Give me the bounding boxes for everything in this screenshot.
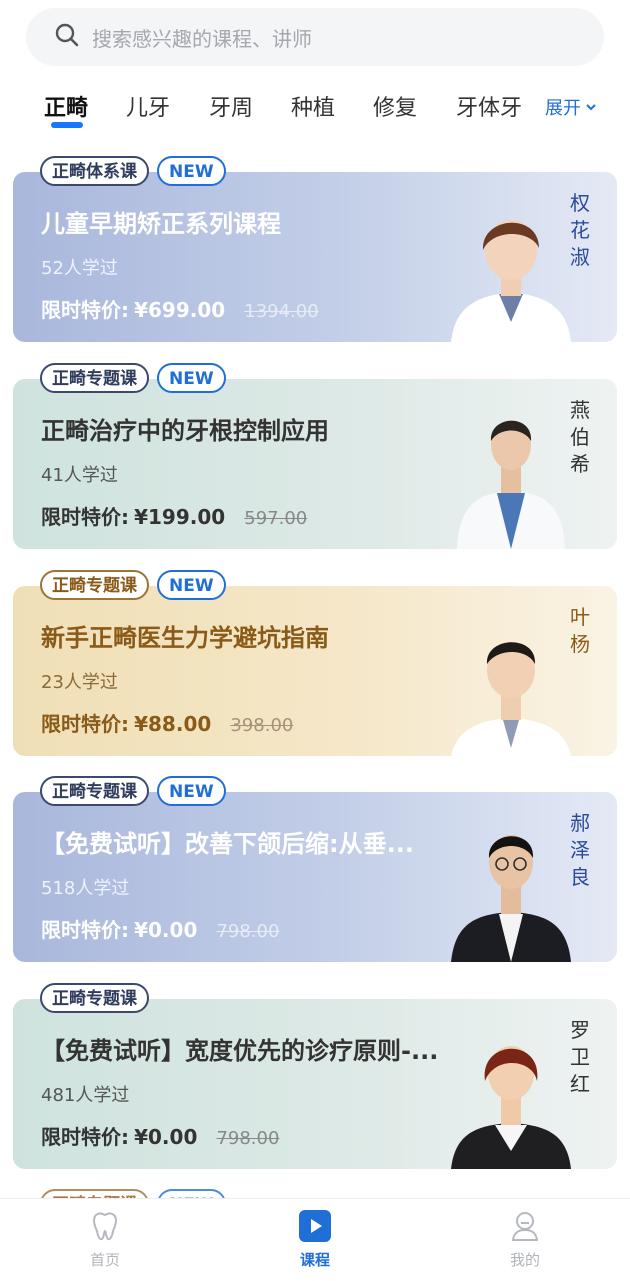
course-title: 新手正畸医生力学避坑指南 xyxy=(41,624,329,652)
nav-profile[interactable]: 我的 xyxy=(465,1209,585,1270)
teacher-avatar xyxy=(451,642,571,756)
search-placeholder[interactable]: 搜索感兴趣的课程、讲师 xyxy=(92,23,312,52)
course-card[interactable]: 新手正畸医生力学避坑指南 23人学过 限时特价: ¥88.00 398.00 叶… xyxy=(13,586,617,756)
tab-endodontics[interactable]: 牙体牙 xyxy=(456,90,522,122)
tooth-icon xyxy=(45,1209,165,1243)
teacher-avatar xyxy=(457,420,565,549)
teacher-avatar xyxy=(451,835,571,962)
sale-price: ¥0.00 xyxy=(134,1125,198,1149)
sale-price: ¥88.00 xyxy=(134,712,212,736)
sale-price: ¥199.00 xyxy=(134,505,226,529)
price-row: 限时特价: ¥699.00 1394.00 xyxy=(41,294,319,323)
teacher-name: 燕伯希 xyxy=(570,398,590,476)
category-tag: 正畸专题课 xyxy=(40,983,149,1013)
price-row: 限时特价: ¥0.00 798.00 xyxy=(41,914,279,943)
price-label: 限时特价: xyxy=(41,918,129,942)
price-label: 限时特价: xyxy=(41,298,129,322)
course-card[interactable]: 正畸治疗中的牙根控制应用 41人学过 限时特价: ¥199.00 597.00 … xyxy=(13,379,617,549)
course-card[interactable]: 【免费试听】改善下颌后缩:从垂... 518人学过 限时特价: ¥0.00 79… xyxy=(13,792,617,962)
search-icon xyxy=(54,22,80,52)
course-title: 【免费试听】改善下颌后缩:从垂... xyxy=(41,830,414,858)
learner-count: 23人学过 xyxy=(41,672,118,693)
original-price: 798.00 xyxy=(216,921,280,942)
tab-pediatric[interactable]: 儿牙 xyxy=(126,90,170,122)
active-tab-indicator xyxy=(51,122,83,128)
new-badge: NEW xyxy=(157,156,226,186)
price-row: 限时特价: ¥199.00 597.00 xyxy=(41,501,307,530)
category-tag: 正畸专题课 xyxy=(40,570,149,600)
card-tags: 正畸专题课 xyxy=(40,983,149,1013)
original-price: 798.00 xyxy=(216,1128,280,1149)
nav-profile-label: 我的 xyxy=(509,1251,540,1269)
nav-courses-label: 课程 xyxy=(299,1251,330,1269)
course-title: 儿童早期矫正系列课程 xyxy=(41,210,281,238)
price-row: 限时特价: ¥0.00 798.00 xyxy=(41,1121,279,1150)
price-row: 限时特价: ¥88.00 398.00 xyxy=(41,708,293,737)
teacher-name: 罗卫红 xyxy=(570,1018,590,1096)
teacher-name: 权花淑 xyxy=(570,191,590,269)
original-price: 398.00 xyxy=(230,715,294,736)
profile-icon xyxy=(465,1209,585,1243)
learner-count: 41人学过 xyxy=(41,465,118,486)
tab-implant[interactable]: 种植 xyxy=(291,90,335,122)
course-card[interactable]: 【免费试听】宽度优先的诊疗原则-... 481人学过 限时特价: ¥0.00 7… xyxy=(13,999,617,1169)
tab-periodontics[interactable]: 牙周 xyxy=(209,90,253,122)
tab-orthodontics[interactable]: 正畸 xyxy=(44,90,88,122)
bottom-nav: 首页 课程 我的 xyxy=(0,1198,630,1281)
category-tag: 正畸体系课 xyxy=(40,156,149,186)
course-card[interactable]: 儿童早期矫正系列课程 52人学过 限时特价: ¥699.00 1394.00 权… xyxy=(13,172,617,342)
price-label: 限时特价: xyxy=(41,505,129,529)
price-label: 限时特价: xyxy=(41,712,129,736)
teacher-name: 叶杨 xyxy=(570,605,590,656)
category-tabs: 正畸 儿牙 牙周 种植 修复 牙体牙 xyxy=(0,78,630,138)
new-badge: NEW xyxy=(157,363,226,393)
new-badge: NEW xyxy=(157,570,226,600)
tab-restoration[interactable]: 修复 xyxy=(373,90,417,122)
original-price: 1394.00 xyxy=(244,301,319,322)
course-title: 【免费试听】宽度优先的诊疗原则-... xyxy=(41,1037,439,1065)
price-label: 限时特价: xyxy=(41,1125,129,1149)
teacher-name: 郝泽良 xyxy=(570,811,590,889)
new-badge: NEW xyxy=(157,776,226,806)
course-title: 正畸治疗中的牙根控制应用 xyxy=(41,417,329,445)
play-icon xyxy=(255,1209,375,1243)
card-tags: 正畸体系课 NEW xyxy=(40,156,226,186)
expand-tabs-button[interactable]: 展开 xyxy=(545,94,597,120)
category-tag: 正畸专题课 xyxy=(40,363,149,393)
search-bar[interactable]: 搜索感兴趣的课程、讲师 xyxy=(26,8,604,66)
learner-count: 52人学过 xyxy=(41,258,118,279)
card-tags: 正畸专题课 NEW xyxy=(40,363,226,393)
expand-label: 展开 xyxy=(545,98,581,119)
original-price: 597.00 xyxy=(244,508,308,529)
nav-courses[interactable]: 课程 xyxy=(255,1209,375,1270)
teacher-avatar xyxy=(451,1046,571,1169)
teacher-avatar xyxy=(451,220,571,342)
learner-count: 481人学过 xyxy=(41,1085,130,1106)
nav-home-label: 首页 xyxy=(89,1251,120,1269)
sale-price: ¥0.00 xyxy=(134,918,198,942)
nav-home[interactable]: 首页 xyxy=(45,1209,165,1270)
category-tag: 正畸专题课 xyxy=(40,776,149,806)
learner-count: 518人学过 xyxy=(41,878,130,899)
sale-price: ¥699.00 xyxy=(134,298,226,322)
chevron-down-icon xyxy=(581,97,597,118)
card-tags: 正畸专题课 NEW xyxy=(40,570,226,600)
card-tags: 正畸专题课 NEW xyxy=(40,776,226,806)
